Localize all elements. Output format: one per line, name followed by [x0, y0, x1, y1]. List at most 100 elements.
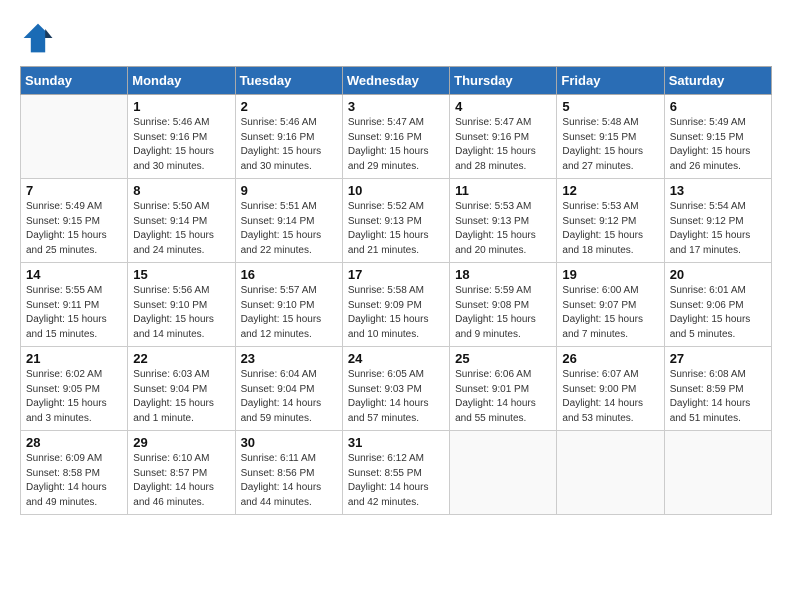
day-number: 10	[348, 183, 444, 198]
weekday-header: Wednesday	[342, 67, 449, 95]
day-number: 27	[670, 351, 766, 366]
calendar-cell: 18 Sunrise: 5:59 AMSunset: 9:08 PMDayligh…	[450, 263, 557, 347]
day-number: 24	[348, 351, 444, 366]
calendar-cell: 5 Sunrise: 5:48 AMSunset: 9:15 PMDaylight…	[557, 95, 664, 179]
day-info: Sunrise: 5:54 AMSunset: 9:12 PMDaylight:…	[670, 200, 766, 258]
day-number: 16	[241, 267, 337, 282]
day-info: Sunrise: 5:53 AMSunset: 9:13 PMDaylight:…	[455, 200, 551, 258]
calendar-week-row: 14Sunrise: 5:55 AMSunset: 9:11 PMDayligh…	[21, 263, 772, 347]
day-number: 9	[241, 183, 337, 198]
calendar-cell: 21Sunrise: 6:02 AMSunset: 9:05 PMDayligh…	[21, 347, 128, 431]
calendar-cell: 22Sunrise: 6:03 AMSunset: 9:04 PMDayligh…	[128, 347, 235, 431]
weekday-header: Tuesday	[235, 67, 342, 95]
day-number: 23	[241, 351, 337, 366]
day-info: Sunrise: 5:53 AMSunset: 9:12 PMDaylight:…	[562, 200, 658, 258]
day-info: Sunrise: 6:10 AMSunset: 8:57 PMDaylight:…	[133, 452, 229, 510]
day-info: Sunrise: 6:11 AMSunset: 8:56 PMDaylight:…	[241, 452, 337, 510]
day-info: Sunrise: 5:55 AMSunset: 9:11 PMDaylight:…	[26, 284, 122, 342]
calendar-cell	[21, 95, 128, 179]
day-info: Sunrise: 6:12 AMSunset: 8:55 PMDaylight:…	[348, 452, 444, 510]
calendar-cell: 11 Sunrise: 5:53 AMSunset: 9:13 PMDayligh…	[450, 179, 557, 263]
day-number: 17	[348, 267, 444, 282]
day-number: 30	[241, 435, 337, 450]
day-number: 4	[455, 99, 551, 114]
calendar-cell: 15 Sunrise: 5:56 AMSunset: 9:10 PMDayligh…	[128, 263, 235, 347]
calendar-cell: 1 Sunrise: 5:46 AMSunset: 9:16 PMDaylight…	[128, 95, 235, 179]
day-number: 26	[562, 351, 658, 366]
weekday-header: Monday	[128, 67, 235, 95]
calendar-cell: 4 Sunrise: 5:47 AMSunset: 9:16 PMDaylight…	[450, 95, 557, 179]
calendar-cell: 9 Sunrise: 5:51 AMSunset: 9:14 PMDaylight…	[235, 179, 342, 263]
day-number: 18	[455, 267, 551, 282]
calendar-cell: 24 Sunrise: 6:05 AMSunset: 9:03 PMDayligh…	[342, 347, 449, 431]
day-number: 8	[133, 183, 229, 198]
day-info: Sunrise: 5:46 AMSunset: 9:16 PMDaylight:…	[133, 116, 229, 174]
calendar-week-row: 7Sunrise: 5:49 AMSunset: 9:15 PMDaylight…	[21, 179, 772, 263]
weekday-header: Thursday	[450, 67, 557, 95]
day-info: Sunrise: 5:47 AMSunset: 9:16 PMDaylight:…	[348, 116, 444, 174]
day-number: 25	[455, 351, 551, 366]
calendar-cell: 23 Sunrise: 6:04 AMSunset: 9:04 PMDayligh…	[235, 347, 342, 431]
calendar-cell: 25 Sunrise: 6:06 AMSunset: 9:01 PMDayligh…	[450, 347, 557, 431]
page-header	[20, 20, 772, 56]
calendar-cell: 17 Sunrise: 5:58 AMSunset: 9:09 PMDayligh…	[342, 263, 449, 347]
calendar-cell	[450, 431, 557, 515]
day-number: 29	[133, 435, 229, 450]
day-info: Sunrise: 6:06 AMSunset: 9:01 PMDaylight:…	[455, 368, 551, 426]
calendar-cell: 16 Sunrise: 5:57 AMSunset: 9:10 PMDayligh…	[235, 263, 342, 347]
logo	[20, 20, 62, 56]
calendar-cell: 13Sunrise: 5:54 AMSunset: 9:12 PMDayligh…	[664, 179, 771, 263]
day-number: 20	[670, 267, 766, 282]
day-number: 7	[26, 183, 122, 198]
day-number: 11	[455, 183, 551, 198]
day-info: Sunrise: 5:46 AMSunset: 9:16 PMDaylight:…	[241, 116, 337, 174]
day-info: Sunrise: 6:04 AMSunset: 9:04 PMDaylight:…	[241, 368, 337, 426]
day-info: Sunrise: 5:59 AMSunset: 9:08 PMDaylight:…	[455, 284, 551, 342]
day-info: Sunrise: 5:49 AMSunset: 9:15 PMDaylight:…	[670, 116, 766, 174]
weekday-header: Sunday	[21, 67, 128, 95]
calendar-cell: 7Sunrise: 5:49 AMSunset: 9:15 PMDaylight…	[21, 179, 128, 263]
day-number: 21	[26, 351, 122, 366]
calendar-cell	[557, 431, 664, 515]
logo-icon	[20, 20, 56, 56]
weekday-header: Friday	[557, 67, 664, 95]
day-number: 3	[348, 99, 444, 114]
day-info: Sunrise: 6:00 AMSunset: 9:07 PMDaylight:…	[562, 284, 658, 342]
day-info: Sunrise: 5:57 AMSunset: 9:10 PMDaylight:…	[241, 284, 337, 342]
calendar-cell: 8 Sunrise: 5:50 AMSunset: 9:14 PMDaylight…	[128, 179, 235, 263]
calendar-week-row: 1 Sunrise: 5:46 AMSunset: 9:16 PMDaylight…	[21, 95, 772, 179]
calendar-header-row: SundayMondayTuesdayWednesdayThursdayFrid…	[21, 67, 772, 95]
day-number: 12	[562, 183, 658, 198]
day-info: Sunrise: 5:48 AMSunset: 9:15 PMDaylight:…	[562, 116, 658, 174]
calendar-cell: 3 Sunrise: 5:47 AMSunset: 9:16 PMDaylight…	[342, 95, 449, 179]
calendar-cell: 27 Sunrise: 6:08 AMSunset: 8:59 PMDayligh…	[664, 347, 771, 431]
calendar-week-row: 28 Sunrise: 6:09 AMSunset: 8:58 PMDayligh…	[21, 431, 772, 515]
day-info: Sunrise: 5:56 AMSunset: 9:10 PMDaylight:…	[133, 284, 229, 342]
day-number: 28	[26, 435, 122, 450]
day-info: Sunrise: 6:01 AMSunset: 9:06 PMDaylight:…	[670, 284, 766, 342]
calendar-cell: 12 Sunrise: 5:53 AMSunset: 9:12 PMDayligh…	[557, 179, 664, 263]
calendar: SundayMondayTuesdayWednesdayThursdayFrid…	[20, 66, 772, 515]
calendar-cell: 31 Sunrise: 6:12 AMSunset: 8:55 PMDayligh…	[342, 431, 449, 515]
calendar-cell: 28 Sunrise: 6:09 AMSunset: 8:58 PMDayligh…	[21, 431, 128, 515]
day-number: 31	[348, 435, 444, 450]
day-info: Sunrise: 5:58 AMSunset: 9:09 PMDaylight:…	[348, 284, 444, 342]
day-info: Sunrise: 6:09 AMSunset: 8:58 PMDaylight:…	[26, 452, 122, 510]
day-info: Sunrise: 6:08 AMSunset: 8:59 PMDaylight:…	[670, 368, 766, 426]
calendar-cell: 19 Sunrise: 6:00 AMSunset: 9:07 PMDayligh…	[557, 263, 664, 347]
day-info: Sunrise: 6:05 AMSunset: 9:03 PMDaylight:…	[348, 368, 444, 426]
calendar-week-row: 21Sunrise: 6:02 AMSunset: 9:05 PMDayligh…	[21, 347, 772, 431]
calendar-cell: 20 Sunrise: 6:01 AMSunset: 9:06 PMDayligh…	[664, 263, 771, 347]
day-number: 2	[241, 99, 337, 114]
day-number: 19	[562, 267, 658, 282]
day-info: Sunrise: 6:07 AMSunset: 9:00 PMDaylight:…	[562, 368, 658, 426]
calendar-cell: 26 Sunrise: 6:07 AMSunset: 9:00 PMDayligh…	[557, 347, 664, 431]
day-info: Sunrise: 5:50 AMSunset: 9:14 PMDaylight:…	[133, 200, 229, 258]
calendar-cell: 2 Sunrise: 5:46 AMSunset: 9:16 PMDaylight…	[235, 95, 342, 179]
day-info: Sunrise: 5:51 AMSunset: 9:14 PMDaylight:…	[241, 200, 337, 258]
day-number: 15	[133, 267, 229, 282]
calendar-cell: 29 Sunrise: 6:10 AMSunset: 8:57 PMDayligh…	[128, 431, 235, 515]
day-number: 5	[562, 99, 658, 114]
day-number: 1	[133, 99, 229, 114]
day-info: Sunrise: 5:47 AMSunset: 9:16 PMDaylight:…	[455, 116, 551, 174]
